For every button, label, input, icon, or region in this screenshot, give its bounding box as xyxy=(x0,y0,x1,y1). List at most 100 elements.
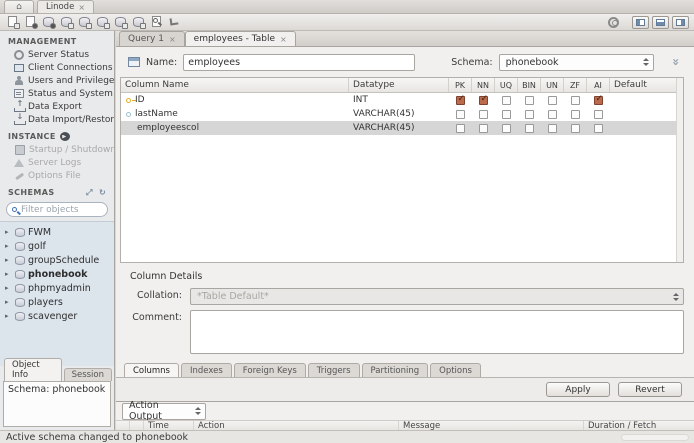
create-stored-procedure-icon[interactable] xyxy=(113,15,129,29)
collation-select[interactable]: *Table Default* xyxy=(190,288,684,305)
pk-checkbox[interactable] xyxy=(456,94,465,105)
header-pk[interactable]: PK xyxy=(449,78,472,92)
nn-checkbox[interactable] xyxy=(479,109,488,119)
tab-indexes[interactable]: Indexes xyxy=(180,363,232,377)
pk-checkbox[interactable] xyxy=(456,109,465,119)
schema-item-golf[interactable]: ▸ golf xyxy=(0,239,114,253)
un-checkbox[interactable] xyxy=(548,109,557,119)
tab-columns[interactable]: Columns xyxy=(124,363,179,377)
zf-checkbox[interactable] xyxy=(571,95,580,105)
nn-checkbox[interactable] xyxy=(479,94,488,105)
header-un[interactable]: UN xyxy=(541,78,564,92)
column-name-cell[interactable]: lastName xyxy=(135,109,178,119)
nn-checkbox[interactable] xyxy=(479,123,488,133)
default-cell[interactable] xyxy=(610,93,683,107)
ai-checkbox[interactable] xyxy=(594,94,603,105)
resize-grip[interactable] xyxy=(621,434,689,441)
chevron-right-icon[interactable]: ▸ xyxy=(5,270,12,278)
revert-button[interactable]: Revert xyxy=(618,382,682,397)
uq-checkbox[interactable] xyxy=(502,109,511,119)
schema-item-scavenger[interactable]: ▸ scavenger xyxy=(0,309,114,323)
header-default[interactable]: Default xyxy=(610,78,683,92)
create-table-icon[interactable] xyxy=(77,15,93,29)
open-sql-script-icon[interactable] xyxy=(23,15,39,29)
comment-textarea[interactable] xyxy=(190,310,684,354)
header-uq[interactable]: UQ xyxy=(495,78,518,92)
close-icon[interactable]: × xyxy=(280,35,287,44)
sidebar-item-data-export[interactable]: Data Export xyxy=(0,100,114,113)
chevron-right-icon[interactable]: ▸ xyxy=(5,256,12,264)
column-row-id[interactable]: ID INT xyxy=(121,93,683,107)
schema-item-phonebook[interactable]: ▸ phonebook xyxy=(0,267,114,281)
create-function-icon[interactable] xyxy=(131,15,147,29)
zf-checkbox[interactable] xyxy=(571,123,580,133)
bin-checkbox[interactable] xyxy=(525,109,534,119)
default-cell[interactable] xyxy=(610,107,683,121)
schema-item-phpmyadmin[interactable]: ▸ phpmyadmin xyxy=(0,281,114,295)
table-name-input[interactable]: employees xyxy=(183,53,416,71)
bin-checkbox[interactable] xyxy=(525,95,534,105)
show-inspector-icon[interactable] xyxy=(41,15,57,29)
chevron-right-icon[interactable]: ▸ xyxy=(5,284,12,292)
toggle-left-panel-button[interactable] xyxy=(632,15,649,29)
header-ai[interactable]: AI xyxy=(587,78,610,92)
home-tab[interactable]: ⌂ xyxy=(4,0,34,13)
tab-triggers[interactable]: Triggers xyxy=(307,363,360,377)
new-query-tab-icon[interactable] xyxy=(5,15,21,29)
schema-item-players[interactable]: ▸ players xyxy=(0,295,114,309)
reconnect-database-icon[interactable] xyxy=(167,15,183,29)
header-datatype[interactable]: Datatype xyxy=(349,78,449,92)
apply-button[interactable]: Apply xyxy=(546,382,610,397)
chevron-right-icon[interactable]: ▸ xyxy=(5,312,12,320)
tab-partitioning[interactable]: Partitioning xyxy=(361,363,429,377)
tab-query-1[interactable]: Query 1 × xyxy=(119,31,185,46)
uq-checkbox[interactable] xyxy=(502,123,511,133)
default-cell[interactable] xyxy=(610,121,683,135)
sidebar-item-status-variables[interactable]: Status and System Variables xyxy=(0,87,114,100)
header-nn[interactable]: NN xyxy=(472,78,495,92)
header-bin[interactable]: BIN xyxy=(518,78,541,92)
header-zf[interactable]: ZF xyxy=(564,78,587,92)
toggle-right-panel-button[interactable] xyxy=(672,15,689,29)
close-icon[interactable]: × xyxy=(169,35,176,44)
toggle-bottom-panel-button[interactable] xyxy=(652,15,669,29)
zf-checkbox[interactable] xyxy=(571,109,580,119)
tab-options[interactable]: Options xyxy=(430,363,481,377)
tab-object-info[interactable]: Object Info xyxy=(4,358,62,381)
column-name-cell[interactable]: employeescol xyxy=(137,123,199,133)
schemas-expand-icon[interactable]: ⤢ xyxy=(86,188,95,197)
pk-checkbox[interactable] xyxy=(456,123,465,133)
schema-item-groupschedule[interactable]: ▸ groupSchedule xyxy=(0,253,114,267)
tab-foreign-keys[interactable]: Foreign Keys xyxy=(233,363,306,377)
close-icon[interactable]: × xyxy=(78,3,85,12)
output-selector[interactable]: Action Output xyxy=(122,400,206,422)
instance-rescan-icon[interactable] xyxy=(59,132,70,141)
ai-checkbox[interactable] xyxy=(594,123,603,133)
uq-checkbox[interactable] xyxy=(502,95,511,105)
grid-scrollbar[interactable] xyxy=(676,78,683,262)
chevron-right-icon[interactable]: ▸ xyxy=(5,228,12,236)
sidebar-item-users-privileges[interactable]: Users and Privileges xyxy=(0,74,114,87)
un-checkbox[interactable] xyxy=(548,123,557,133)
datatype-cell[interactable]: VARCHAR(45) xyxy=(349,107,449,121)
chevron-right-icon[interactable]: ▸ xyxy=(5,298,12,306)
schema-item-fwm[interactable]: ▸ FWM xyxy=(0,225,114,239)
chevron-right-icon[interactable]: ▸ xyxy=(5,242,12,250)
column-row-employeescol[interactable]: employeescol VARCHAR(45) xyxy=(121,121,683,135)
datatype-cell[interactable]: INT xyxy=(349,93,449,107)
datatype-cell[interactable]: VARCHAR(45) xyxy=(349,121,449,135)
schema-filter-input[interactable]: Filter objects xyxy=(6,202,108,217)
bin-checkbox[interactable] xyxy=(525,123,534,133)
ai-checkbox[interactable] xyxy=(594,109,603,119)
sidebar-item-server-status[interactable]: Server Status xyxy=(0,48,114,61)
un-checkbox[interactable] xyxy=(548,95,557,105)
create-view-icon[interactable] xyxy=(95,15,111,29)
schemas-refresh-icon[interactable]: ↻ xyxy=(99,188,108,197)
sidebar-item-client-connections[interactable]: Client Connections xyxy=(0,61,114,74)
sidebar-item-server-logs[interactable]: Server Logs xyxy=(0,156,114,169)
tab-session[interactable]: Session xyxy=(63,368,112,381)
column-name-cell[interactable]: ID xyxy=(135,95,145,105)
create-schema-icon[interactable] xyxy=(59,15,75,29)
sidebar-item-startup-shutdown[interactable]: Startup / Shutdown xyxy=(0,143,114,156)
tab-employees-table[interactable]: employees - Table × xyxy=(184,31,296,46)
